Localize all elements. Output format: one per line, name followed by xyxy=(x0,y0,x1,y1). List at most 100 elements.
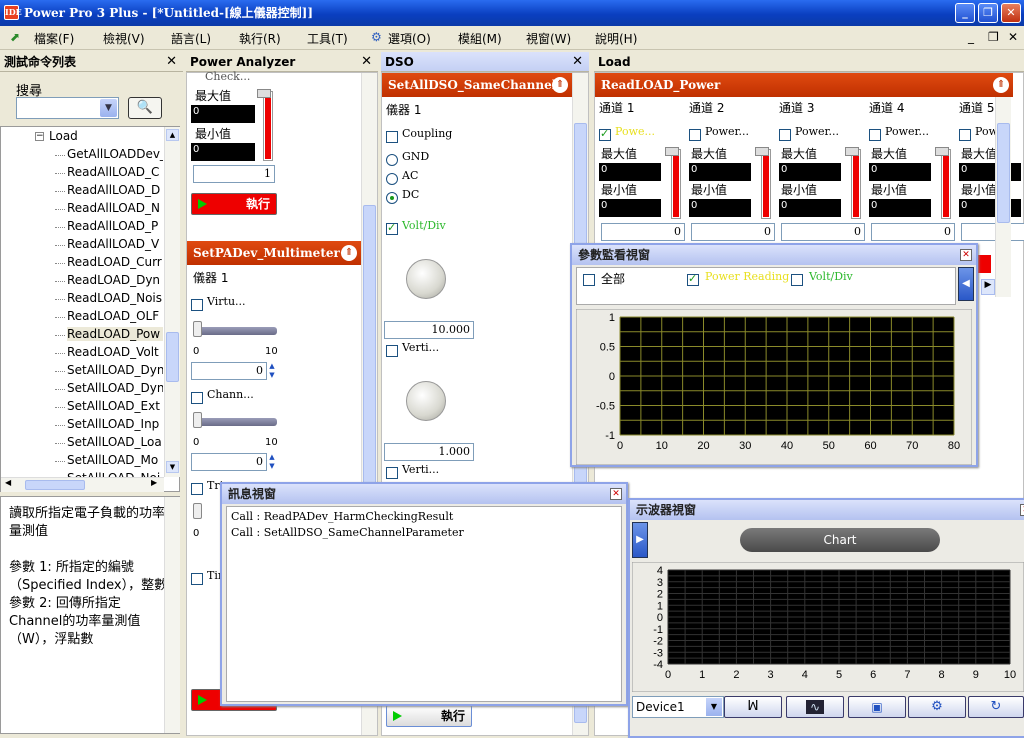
pa-tri-checkbox[interactable] xyxy=(191,481,203,495)
pa-number-field[interactable]: 1 xyxy=(193,165,275,183)
monitor-all-checkbox[interactable] xyxy=(583,272,595,286)
dso-coupling-checkbox[interactable] xyxy=(386,129,398,143)
waveform-button[interactable]: ꟽ xyxy=(724,696,782,718)
dso-run-button[interactable]: 執行 xyxy=(386,705,472,727)
load-scroll-thumb[interactable] xyxy=(997,123,1010,223)
scroll-thumb[interactable] xyxy=(166,332,179,382)
pa-stepper-1[interactable]: 0 xyxy=(191,362,267,380)
dso-verti1-checkbox[interactable] xyxy=(386,343,398,357)
load-channel-value[interactable]: 0 xyxy=(691,223,775,241)
checkbox[interactable] xyxy=(687,272,699,286)
pa-slider-1[interactable] xyxy=(193,327,277,335)
app-menu-icon[interactable]: ⬈ xyxy=(10,30,20,44)
load-channel-checkbox[interactable] xyxy=(689,127,701,141)
load-channel-checkbox[interactable] xyxy=(959,127,971,141)
dso-section-header[interactable]: SetAllDSO_SameChannel··· ⇑ xyxy=(382,73,572,97)
scope-expand-button[interactable]: ▶ xyxy=(632,522,648,558)
mdi-restore[interactable]: ❐ xyxy=(988,30,999,44)
checkbox[interactable] xyxy=(869,128,881,141)
dso-ac-radio[interactable] xyxy=(386,171,398,185)
close-button[interactable]: ✕ xyxy=(1001,3,1021,23)
load-channel-checkbox[interactable] xyxy=(779,127,791,141)
pa-slider-2-thumb[interactable] xyxy=(193,412,202,428)
checkbox[interactable] xyxy=(583,273,595,286)
tree-item[interactable]: ReadLOAD_Pow xyxy=(67,327,163,341)
mdi-close[interactable]: ✕ xyxy=(1008,30,1018,44)
waveform-dark-button[interactable]: ∿ xyxy=(786,696,844,718)
scroll-down-icon[interactable]: ▼ xyxy=(166,461,179,473)
checkbox[interactable] xyxy=(191,572,203,585)
stepper-arrows-icon[interactable]: ▲ ▼ xyxy=(266,453,278,471)
checkbox[interactable] xyxy=(599,127,611,141)
dso-gnd-radio[interactable] xyxy=(386,152,398,166)
menu-window[interactable]: 視窗(W) xyxy=(526,30,571,47)
checkbox[interactable] xyxy=(386,221,398,235)
load-thermo-cap[interactable] xyxy=(755,147,769,156)
device-select[interactable]: Device1 ▼ xyxy=(632,696,724,718)
checkbox[interactable] xyxy=(191,298,203,311)
hscroll-thumb[interactable] xyxy=(25,480,85,490)
settings-button[interactable]: ⚙ xyxy=(908,696,966,718)
tree-item[interactable]: ReadLOAD_Nois xyxy=(67,291,163,305)
minimize-button[interactable]: _ xyxy=(955,3,975,23)
checkbox[interactable] xyxy=(386,344,398,357)
tree-item[interactable]: SetAllLOAD_Mo xyxy=(67,453,163,467)
tree-item[interactable]: SetAllLOAD_Dyn xyxy=(67,381,163,395)
tree-item[interactable]: SetAllLOAD_Ext xyxy=(67,399,163,413)
load-thermo-cap[interactable] xyxy=(845,147,859,156)
chevron-down-icon[interactable]: ▼ xyxy=(100,99,117,117)
pa-chann-checkbox[interactable] xyxy=(191,390,203,404)
load-vscrollbar[interactable] xyxy=(995,97,1011,297)
radio[interactable] xyxy=(386,191,398,204)
checkbox[interactable] xyxy=(191,391,203,404)
dso-close-icon[interactable]: ✕ xyxy=(572,52,583,72)
save-button[interactable]: ▣ xyxy=(848,696,906,718)
dso-verti-value[interactable]: 1.000 xyxy=(384,443,474,461)
load-thermo-cap[interactable] xyxy=(665,147,679,156)
info-close-icon[interactable]: ✕ xyxy=(610,488,622,500)
scope-chart-button[interactable]: Chart xyxy=(740,528,940,552)
dso-verti2-checkbox[interactable] xyxy=(386,465,398,479)
collapse-up-icon[interactable]: ⇑ xyxy=(552,77,568,93)
dso-voltdiv-value[interactable]: 10.000 xyxy=(384,321,474,339)
tree-item[interactable]: ReadAllLOAD_D xyxy=(67,183,163,197)
menu-module[interactable]: 模組(M) xyxy=(458,30,502,47)
collapse-up-icon[interactable]: ⇑ xyxy=(993,77,1009,93)
tree-item[interactable]: ReadAllLOAD_N xyxy=(67,201,163,215)
checkbox[interactable] xyxy=(779,128,791,141)
tree-vscrollbar[interactable]: ▲ ▼ xyxy=(164,127,180,477)
collapse-icon[interactable]: − xyxy=(35,132,44,141)
checkbox[interactable] xyxy=(386,130,398,143)
cmdlist-close-icon[interactable]: ✕ xyxy=(166,52,177,72)
refresh-button[interactable]: ↻ xyxy=(968,696,1024,718)
menu-language[interactable]: 語言(L) xyxy=(171,30,211,47)
load-channel-value[interactable]: 0 xyxy=(961,223,1024,241)
load-thermo-cap[interactable] xyxy=(935,147,949,156)
collapse-up-icon[interactable]: ⇑ xyxy=(341,245,357,261)
pa-close-icon[interactable]: ✕ xyxy=(361,52,372,72)
radio[interactable] xyxy=(386,153,398,166)
pa-slider-2[interactable] xyxy=(193,418,277,426)
maximize-button[interactable]: ❐ xyxy=(978,3,998,23)
tree-item[interactable]: GetAllLOADDev_ xyxy=(67,147,163,161)
tree-item[interactable]: ReadLOAD_Volt xyxy=(67,345,163,359)
dso-dc-radio[interactable] xyxy=(386,190,398,204)
pa-stepper-2[interactable]: 0 xyxy=(191,453,267,471)
scope-close-icon[interactable]: ✕ xyxy=(1020,504,1024,516)
dso-verti-knob[interactable] xyxy=(406,381,446,421)
pa-section-header[interactable]: SetPADev_Multimeter··· ⇑ xyxy=(187,241,361,265)
checkbox[interactable] xyxy=(791,273,803,286)
dso-voltdiv-knob[interactable] xyxy=(406,259,446,299)
mdi-minimize[interactable]: _ xyxy=(968,30,974,44)
monitor-power-checkbox[interactable] xyxy=(687,272,699,286)
scroll-up-icon[interactable]: ▲ xyxy=(166,129,179,141)
monitor-close-icon[interactable]: ✕ xyxy=(960,249,972,261)
tree-hscrollbar[interactable]: ◀ ▶ xyxy=(1,477,164,492)
stepper-arrows-icon[interactable]: ▲ ▼ xyxy=(266,362,278,380)
load-channel-value[interactable]: 0 xyxy=(871,223,955,241)
scroll-right-icon[interactable]: ▶ xyxy=(151,478,157,487)
pa-thermo-cap[interactable] xyxy=(257,89,271,98)
scroll-left-icon[interactable]: ◀ xyxy=(5,478,11,487)
load-channel-checkbox[interactable] xyxy=(869,127,881,141)
checkbox[interactable] xyxy=(386,466,398,479)
